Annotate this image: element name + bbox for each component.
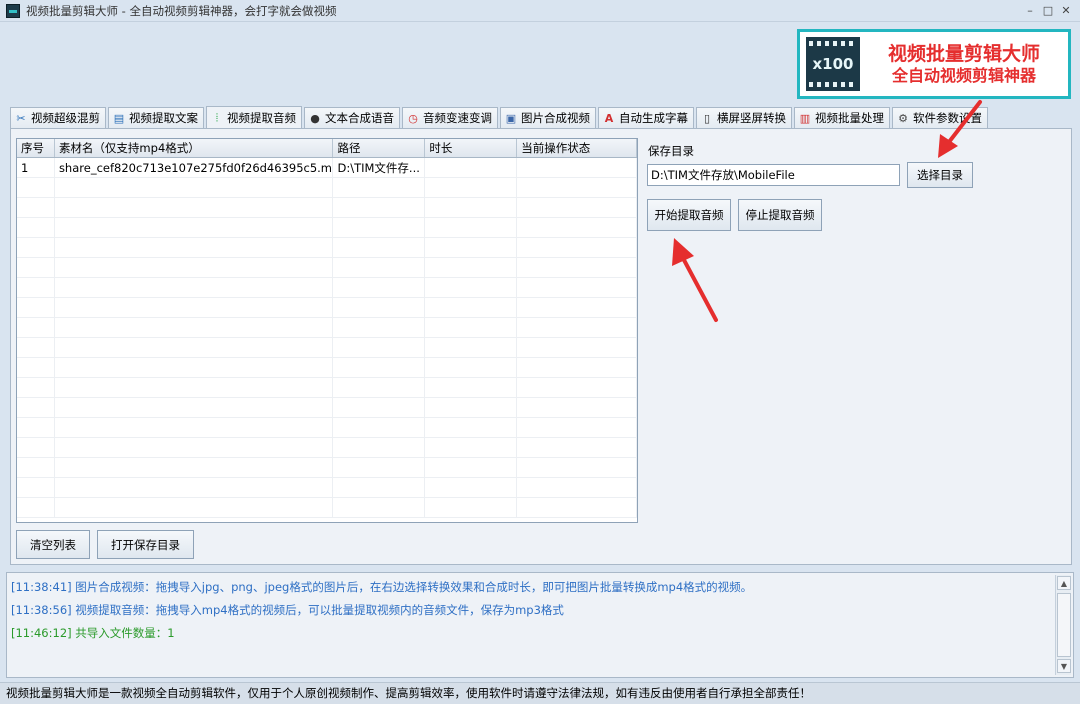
clear-list-button[interactable]: 清空列表 [16,530,90,559]
table-cell: share_cef820c713e107e275fd0f26d46395c5.m… [55,158,334,177]
empty-row [17,358,637,378]
tab-label: 图片合成视频 [521,111,590,125]
table-cell [425,158,518,177]
arrow-to-start-extract-icon [672,238,718,322]
save-dir-input[interactable]: D:\TIM文件存放\MobileFile [647,164,900,186]
empty-row [17,258,637,278]
banner-subtitle: 全自动视频剪辑神器 [891,66,1036,85]
tab-label: 横屏竖屏转换 [717,111,786,125]
empty-row [17,498,637,518]
tab-bar: ✂ 视频超级混剪 ▤ 视频提取文案 ⦙ 视频提取音频 ● 文本合成语音 ◷ 音频变速变调 … [10,106,990,129]
choose-dir-button[interactable]: 选择目录 [907,162,973,188]
log-scrollbar[interactable]: ▲ ▼ [1055,575,1071,675]
banner-logo-text: x100 [812,55,854,73]
empty-row [17,198,637,218]
empty-row [17,218,637,238]
column-header[interactable]: 序号 [17,139,55,157]
save-dir-label: 保存目录 [648,144,694,158]
empty-row [17,298,637,318]
close-button[interactable]: ✕ [1058,3,1074,18]
tab-label: 文本合成语音 [325,111,394,125]
tab-image-to-video[interactable]: ▣ 图片合成视频 [500,107,596,128]
document-icon: ▤ [113,111,125,125]
status-bar: 视频批量剪辑大师是一款视频全自动剪辑软件，仅用于个人原创视频制作、提高剪辑效率，… [0,682,1080,704]
scissors-icon: ✂ [16,111,26,125]
subtitle-icon: A [604,111,614,125]
tab-video-mix[interactable]: ✂ 视频超级混剪 [10,107,106,128]
empty-row [17,318,637,338]
banner-title: 视频批量剪辑大师 [887,43,1040,65]
empty-row [17,418,637,438]
tab-label: 视频批量处理 [815,111,884,125]
tab-batch-process[interactable]: ▥ 视频批量处理 [794,107,890,128]
arrow-to-choose-dir-icon [938,100,982,158]
rotate-screen-icon: ▯ [703,111,711,125]
gear-icon: ⚙ [898,111,908,125]
tab-label: 视频提取文案 [129,111,198,125]
app-icon [6,3,20,18]
empty-row [17,378,637,398]
open-save-dir-button[interactable]: 打开保存目录 [97,530,194,559]
column-header[interactable]: 素材名（仅支持mp4格式） [55,139,334,157]
empty-row [17,438,637,458]
empty-row [17,458,637,478]
column-header[interactable]: 路径 [333,139,426,157]
empty-row [17,238,637,258]
table-header: 序号 素材名（仅支持mp4格式） 路径 时长 当前操作状态 [17,139,637,158]
gauge-icon: ◷ [408,111,418,125]
table-cell [517,158,637,177]
log-line: [11:38:56] 视频提取音频：拖拽导入mp4格式的视频后，可以批量提取视频… [11,603,564,617]
tab-extract-audio[interactable]: ⦙ 视频提取音频 [206,106,302,129]
empty-row [17,338,637,358]
tab-auto-subtitle[interactable]: A 自动生成字幕 [598,107,694,128]
tab-label: 音频变速变调 [423,111,492,125]
log-line: [11:38:41] 图片合成视频：拖拽导入jpg、png、jpeg格式的图片后… [11,580,753,594]
log-line: [11:46:12] 共导入文件数量：1 [11,626,175,640]
window-title: 视频批量剪辑大师 - 全自动视频剪辑神器，会打字就会做视频 [26,3,337,18]
film-logo-icon: x100 [806,37,860,91]
empty-row [17,178,637,198]
stop-extract-audio-button[interactable]: 停止提取音频 [738,199,822,231]
start-extract-audio-button[interactable]: 开始提取音频 [647,199,731,231]
tab-extract-text[interactable]: ▤ 视频提取文案 [108,107,204,128]
scroll-down-icon[interactable]: ▼ [1057,659,1071,673]
microphone-icon: ● [310,111,320,125]
tab-label: 视频提取音频 [227,111,296,125]
film-icon: ▥ [799,111,811,125]
column-header[interactable]: 时长 [425,139,518,157]
empty-row [17,398,637,418]
table-cell: 1 [17,158,55,177]
table-row[interactable]: 1 share_cef820c713e107e275fd0f26d46395c5… [17,158,637,178]
file-table[interactable]: 序号 素材名（仅支持mp4格式） 路径 时长 当前操作状态 1 share_ce… [16,138,638,523]
minimize-button[interactable]: – [1022,3,1038,18]
scroll-up-icon[interactable]: ▲ [1057,576,1071,590]
promo-banner: x100 视频批量剪辑大师 全自动视频剪辑神器 [797,29,1071,99]
tab-label: 自动生成字幕 [619,111,688,125]
window-controls: – □ ✕ [1022,3,1074,18]
tab-audio-speed[interactable]: ◷ 音频变速变调 [402,107,498,128]
tab-label: 视频超级混剪 [31,111,100,125]
maximize-button[interactable]: □ [1040,3,1056,18]
table-cell: D:\TIM文件存... [333,158,426,177]
log-panel[interactable]: [11:38:41] 图片合成视频：拖拽导入jpg、png、jpeg格式的图片后… [6,572,1074,678]
waveform-icon: ⦙ [215,111,219,124]
image-icon: ▣ [505,111,517,125]
empty-row [17,478,637,498]
tab-text-to-speech[interactable]: ● 文本合成语音 [304,107,400,128]
title-bar: 视频批量剪辑大师 - 全自动视频剪辑神器，会打字就会做视频 – □ ✕ [0,0,1080,22]
column-header[interactable]: 当前操作状态 [517,139,637,157]
empty-row [17,278,637,298]
tab-orientation-convert[interactable]: ▯ 横屏竖屏转换 [696,107,792,128]
scroll-thumb[interactable] [1057,593,1071,657]
banner-text: 视频批量剪辑大师 全自动视频剪辑神器 [860,42,1068,86]
